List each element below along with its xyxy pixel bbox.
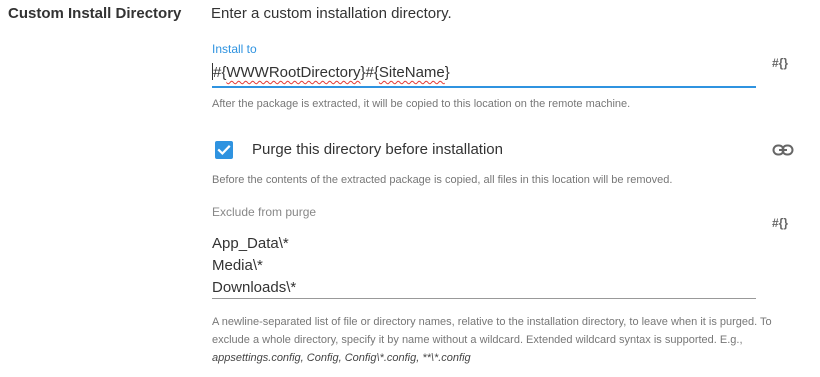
exclude-hint-examples: appsettings.config, Config, Config\*.con… — [212, 352, 471, 364]
purge-hint: Before the contents of the extracted pac… — [212, 174, 673, 186]
install-to-input[interactable]: #{WWWRootDirectory}#{SiteName} — [212, 63, 756, 88]
insert-variable-button[interactable]: #{} — [772, 56, 788, 70]
link-icon-glyph — [772, 144, 794, 156]
input-part-close: } — [444, 64, 450, 81]
purge-checkbox-label[interactable]: Purge this directory before installation — [252, 141, 503, 158]
exclude-textarea[interactable]: App_Data\* Media\* Downloads\* — [212, 233, 756, 299]
checkmark-icon — [217, 145, 231, 156]
exclude-line: Media\* — [212, 257, 263, 274]
exclude-line: App_Data\* — [212, 235, 289, 252]
section-description: Enter a custom installation directory. — [211, 5, 452, 22]
insert-variable-button-exclude[interactable]: #{} — [772, 216, 788, 230]
exclude-label: Exclude from purge — [212, 205, 317, 219]
input-part-sitename: SiteName — [378, 64, 445, 81]
exclude-hint: A newline-separated list of file or dire… — [212, 313, 772, 367]
input-part-open-1: #{ — [213, 64, 227, 81]
install-to-label: Install to — [212, 42, 257, 56]
input-part-wwwroot: WWWRootDirectory — [226, 64, 361, 81]
section-label: Custom Install Directory — [8, 5, 182, 22]
install-directory-form: Custom Install Directory Enter a custom … — [0, 0, 820, 377]
install-to-hint: After the package is extracted, it will … — [212, 98, 631, 110]
purge-checkbox[interactable] — [215, 141, 233, 159]
exclude-hint-text: A newline-separated list of file or dire… — [212, 316, 772, 346]
link-icon[interactable] — [772, 143, 794, 161]
exclude-line: Downloads\* — [212, 279, 297, 296]
input-part-mid: }#{ — [360, 64, 379, 81]
